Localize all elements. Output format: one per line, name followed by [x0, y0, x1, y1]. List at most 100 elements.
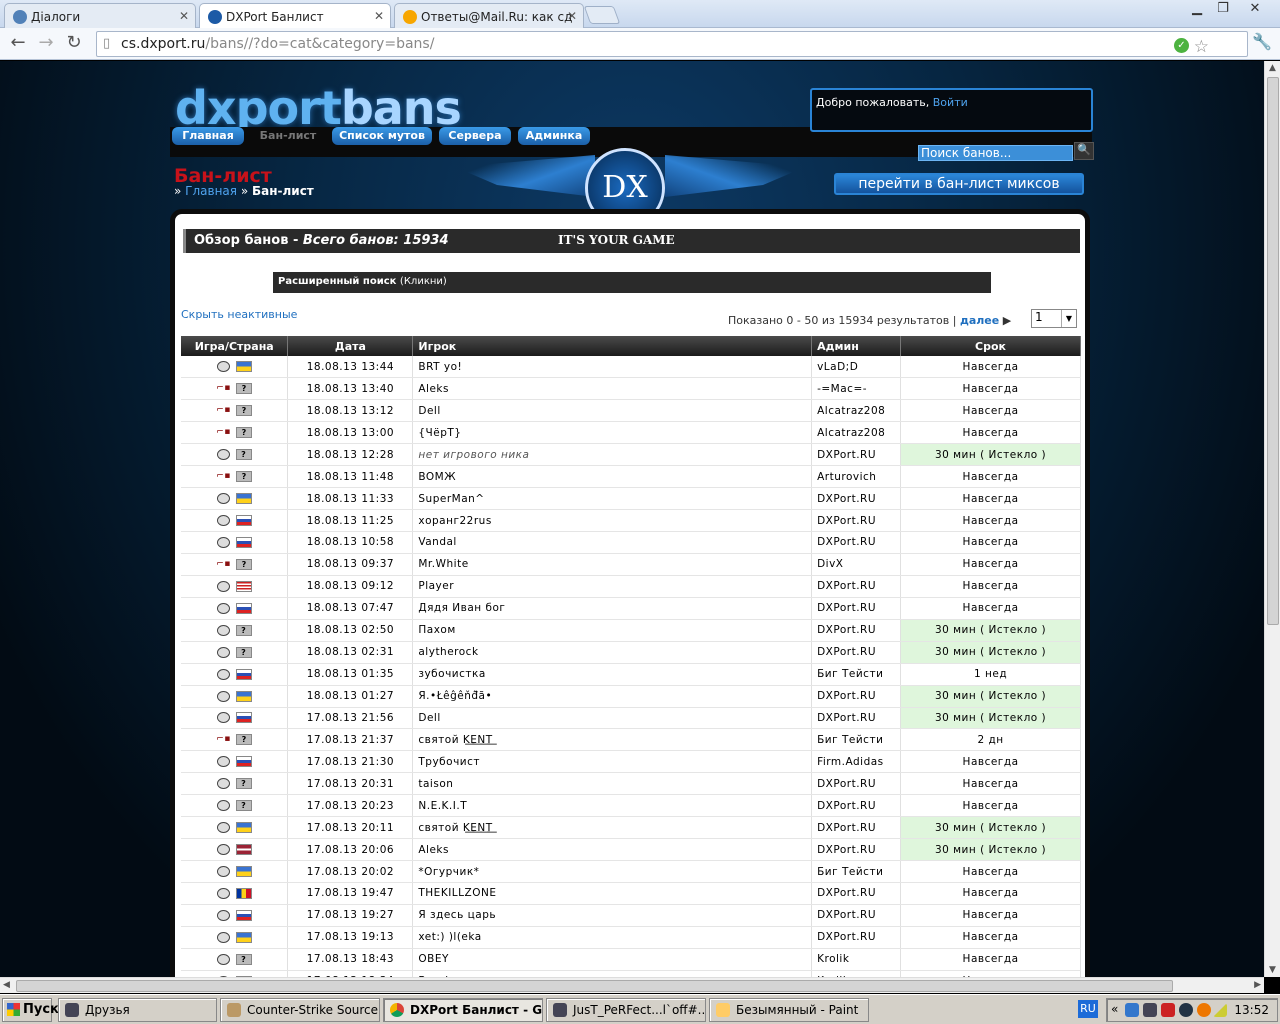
cell-term: Навсегда: [900, 575, 1081, 598]
cell-game-country: [181, 838, 289, 862]
table-row[interactable]: 18.08.13 07:47 Дядя Иван бог DXPort.RU Навс…: [181, 597, 1081, 620]
table-row[interactable]: ⌐▪? 17.08.13 21:37 святой K͟E͟N͟T͟ Биг Тейс…: [181, 728, 1081, 752]
table-row[interactable]: 17.08.13 20:11 святой K͟E͟N͟T͟ DXPort.RU 30…: [181, 816, 1081, 840]
col-game-country[interactable]: Игра/Страна: [181, 336, 289, 356]
table-row[interactable]: 17.08.13 20:02 *Огурчик* Биг Тейсти Навсегд…: [181, 860, 1081, 883]
taskbar-item-css[interactable]: Counter-Strike Source: [220, 998, 380, 1022]
table-row[interactable]: ⌐▪? 18.08.13 13:40 Aleks -=Mac=- Навсегда: [181, 377, 1081, 401]
taskbar-item-steam-chat[interactable]: JusT_PeRFect...l`off#...: [546, 998, 706, 1022]
language-indicator[interactable]: RU: [1078, 1000, 1098, 1018]
table-row[interactable]: 17.08.13 19:27 Я здесь царь DXPort.RU Навсе…: [181, 904, 1081, 927]
table-row[interactable]: 17.08.13 18:34BruukoKrolikНавсегда: [181, 970, 1081, 977]
menu-banlist[interactable]: Бан-лист: [252, 127, 324, 145]
menu-mutes[interactable]: Список мутов: [332, 127, 432, 145]
table-row[interactable]: ⌐▪? 18.08.13 11:48 BOMЖ Arturovich Навсегда: [181, 465, 1081, 489]
ati-icon[interactable]: [1161, 1003, 1175, 1017]
advanced-search-toggle[interactable]: Расширенный поиск (Кликни): [273, 272, 991, 293]
cell-admin: DXPort.RU: [811, 685, 902, 708]
taskbar-item-friends[interactable]: Друзья: [58, 998, 217, 1022]
app-icon[interactable]: [1179, 1003, 1193, 1017]
maximize-icon[interactable]: ❐: [1210, 1, 1236, 19]
breadcrumb-home[interactable]: Главная: [185, 184, 237, 198]
table-row[interactable]: ⌐▪? 18.08.13 13:00 {ЧёрТ} Alcatraz208 Навсег…: [181, 421, 1081, 445]
taskbar-item-paint[interactable]: Безымянный - Paint: [709, 998, 869, 1022]
reload-icon[interactable]: ↻: [62, 32, 86, 56]
forward-icon[interactable]: →: [34, 32, 58, 56]
table-row[interactable]: 18.08.13 11:33 SuperMan^ DXPort.RU Навсегда: [181, 487, 1081, 511]
tab-dialogs[interactable]: Діалоги ✕: [4, 3, 196, 28]
table-row[interactable]: 18.08.13 10:58 Vandal DXPort.RU Навсегда: [181, 531, 1081, 554]
next-page-link[interactable]: далее: [960, 314, 999, 327]
tab-dxport[interactable]: DXPort Банлист ✕: [199, 3, 391, 29]
login-link[interactable]: Войти: [933, 96, 968, 109]
new-tab-button[interactable]: [583, 6, 621, 24]
wrench-icon[interactable]: 🔧: [1252, 32, 1272, 51]
table-row[interactable]: 17.08.13 19:47 THEKILLZONE DXPort.RU Навсег…: [181, 882, 1081, 905]
hide-inactive-link[interactable]: Скрыть неактивные: [181, 308, 297, 321]
col-player[interactable]: Игрок: [412, 336, 813, 356]
table-row[interactable]: 18.08.13 09:12 Player DXPort.RU Навсегда: [181, 575, 1081, 598]
tab-mailru[interactable]: Ответы@Mail.Ru: как сд ✕: [394, 3, 584, 28]
scroll-left-icon[interactable]: ◀: [3, 980, 10, 990]
table-row[interactable]: 17.08.13 19:13 xet:) )l(eka DXPort.RU Навсе…: [181, 926, 1081, 949]
taskbar-item-chrome[interactable]: DXPort Банлист - Go...: [383, 998, 543, 1022]
table-row[interactable]: 17.08.13 20:06 Aleks DXPort.RU 30 мин ( Ист…: [181, 838, 1081, 862]
table-row[interactable]: 18.08.13 01:27 Я.•Łêĝêňđ̃ã• DXPort.RU 30 ми…: [181, 685, 1081, 708]
table-row[interactable]: ⌐▪? 18.08.13 09:37 Mr.White DivX Навсегда: [181, 553, 1081, 576]
cell-player: Я здесь царь: [412, 904, 813, 927]
address-bar[interactable]: ▯ cs.dxport.ru/bans//?do=cat&category=ba…: [96, 31, 1248, 57]
close-icon[interactable]: ✕: [567, 9, 577, 23]
horizontal-scrollbar[interactable]: ◀ ▶: [0, 977, 1264, 993]
close-icon[interactable]: ✕: [374, 9, 384, 23]
minimize-icon[interactable]: ▁: [1184, 1, 1210, 19]
table-row[interactable]: ? 18.08.13 12:28 нет игрового ника DXPort.R…: [181, 443, 1081, 467]
table-row[interactable]: 17.08.13 21:30 Трубочист Firm.Adidas Навсег…: [181, 750, 1081, 774]
cell-game-country: ?: [181, 948, 289, 971]
cell-game-country: ?: [181, 772, 289, 796]
table-header: Игра/Страна Дата Игрок Админ Срок: [181, 336, 1081, 356]
table-row[interactable]: ⌐▪? 18.08.13 13:12 Dell Alcatraz208 Навсегда: [181, 399, 1081, 423]
table-row[interactable]: ? 17.08.13 18:43 OBEY Krolik Навсегда: [181, 948, 1081, 971]
scroll-thumb[interactable]: [16, 980, 1173, 992]
close-icon[interactable]: ✕: [179, 9, 189, 23]
page-select[interactable]: 1 ▼: [1031, 309, 1077, 328]
mix-banlist-button[interactable]: перейти в бан-лист миксов: [834, 173, 1084, 195]
scroll-right-icon[interactable]: ▶: [1254, 980, 1261, 990]
cell-player: святой K͟E͟N͟T͟: [412, 728, 813, 752]
cell-game-country: ?: [181, 794, 289, 818]
css-game-icon: ⌐▪: [216, 427, 231, 438]
start-button[interactable]: Пуск: [2, 998, 59, 1022]
back-icon[interactable]: ←: [6, 32, 30, 56]
vertical-scrollbar[interactable]: ▲ ▼: [1264, 61, 1280, 977]
col-date[interactable]: Дата: [287, 336, 414, 356]
col-admin[interactable]: Админ: [811, 336, 902, 356]
table-row[interactable]: 18.08.13 11:25 хоранг22rus DXPort.RU Навсег…: [181, 509, 1081, 532]
table-row[interactable]: ? 17.08.13 20:23 N.E.K.I.T DXPort.RU Навсегд…: [181, 794, 1081, 818]
antivirus-icon[interactable]: [1197, 1003, 1211, 1017]
signal-icon[interactable]: [1213, 1003, 1227, 1017]
table-row[interactable]: 18.08.13 13:44 BRT yo! vLaD;D Навсегда: [181, 356, 1081, 379]
menu-home[interactable]: Главная: [172, 127, 244, 145]
table-row[interactable]: 17.08.13 21:56 Dell DXPort.RU 30 мин ( Исте…: [181, 707, 1081, 730]
next-arrow-icon[interactable]: ▶: [1003, 314, 1011, 327]
steam-icon[interactable]: [1143, 1003, 1157, 1017]
scroll-up-icon[interactable]: ▲: [1269, 63, 1276, 73]
col-term[interactable]: Срок: [900, 336, 1081, 356]
close-window-icon[interactable]: ✕: [1242, 1, 1268, 19]
search-input[interactable]: Поиск банов...: [918, 145, 1073, 161]
expand-tray-icon[interactable]: «: [1111, 1002, 1118, 1016]
table-row[interactable]: 18.08.13 01:35 зубочистка Биг Тейсти 1 нед: [181, 663, 1081, 686]
table-row[interactable]: ? 17.08.13 20:31 taison DXPort.RU Навсегда: [181, 772, 1081, 796]
network-icon[interactable]: [1125, 1003, 1139, 1017]
check-icon[interactable]: ✓: [1174, 38, 1189, 53]
cell-date: 18.08.13 01:27: [287, 685, 414, 708]
cell-admin: -=Mac=-: [811, 377, 902, 401]
table-row[interactable]: ? 18.08.13 02:31 alytherock DXPort.RU 30 мин…: [181, 641, 1081, 664]
overview-total: Всего банов: 15934: [302, 233, 449, 248]
clock[interactable]: 13:52: [1234, 1003, 1269, 1017]
search-icon[interactable]: 🔍: [1074, 142, 1094, 160]
bookmark-star-icon[interactable]: ☆: [1194, 37, 1209, 57]
scroll-thumb[interactable]: [1267, 77, 1279, 625]
table-row[interactable]: ? 18.08.13 02:50 Пахом DXPort.RU 30 мин ( Ис…: [181, 619, 1081, 642]
scroll-down-icon[interactable]: ▼: [1269, 965, 1276, 975]
